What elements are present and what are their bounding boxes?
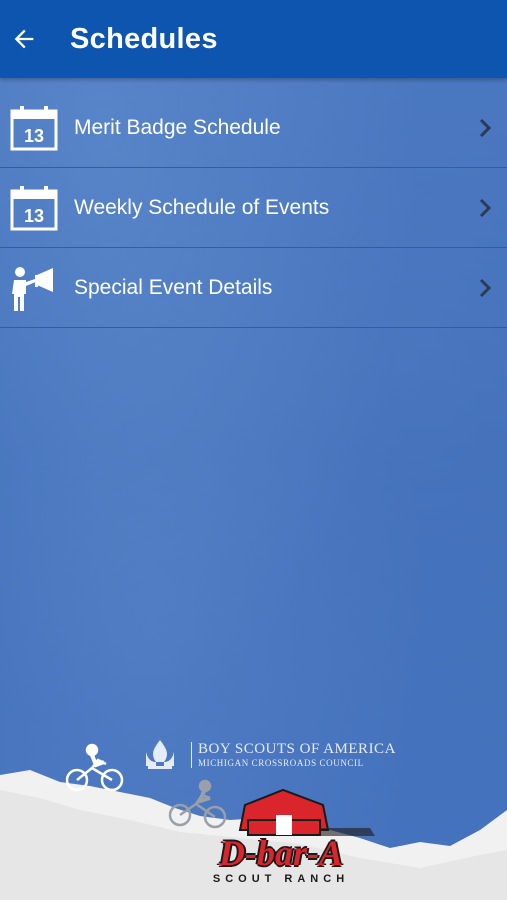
megaphone-person-icon	[8, 262, 60, 314]
calendar-number: 13	[24, 126, 44, 146]
barn-logo-icon	[238, 788, 375, 836]
menu-item-weekly-schedule[interactable]: 13 Weekly Schedule of Events	[0, 168, 507, 248]
calendar-icon: 13	[8, 102, 60, 154]
chevron-right-icon	[479, 118, 492, 137]
page-title: Schedules	[70, 22, 218, 55]
calendar-icon: 13	[8, 182, 60, 234]
mountain-biker-icon	[65, 743, 124, 792]
menu-item-label: Weekly Schedule of Events	[74, 195, 330, 219]
ranch-logo-text: D-bar-A	[219, 833, 343, 873]
bsa-name: BOY SCOUTS OF AMERICA	[198, 741, 396, 757]
bsa-text: BOY SCOUTS OF AMERICA MICHIGAN CROSSROAD…	[191, 742, 396, 768]
chevron-right-icon	[479, 278, 492, 297]
schedule-menu: 13 Merit Badge Schedule 13 Weekly Schedu…	[0, 88, 507, 328]
menu-item-special-event-details[interactable]: Special Event Details	[0, 248, 507, 328]
app-bar: Schedules	[0, 0, 507, 78]
bsa-council-name: MICHIGAN CROSSROADS COUNCIL	[198, 758, 364, 768]
calendar-number: 13	[24, 206, 44, 226]
menu-item-label: Special Event Details	[74, 275, 273, 299]
fleur-de-lis-icon-space	[145, 737, 185, 773]
arrow-left-icon	[14, 29, 34, 49]
bsa-council-logo: BOY SCOUTS OF AMERICA MICHIGAN CROSSROAD…	[145, 737, 396, 773]
chevron-right-icon	[479, 198, 492, 217]
menu-item-label: Merit Badge Schedule	[74, 115, 281, 139]
menu-item-merit-badge-schedule[interactable]: 13 Merit Badge Schedule	[0, 88, 507, 168]
back-button[interactable]	[2, 17, 46, 61]
ranch-logo-subtitle: SCOUT RANCH	[212, 873, 350, 885]
